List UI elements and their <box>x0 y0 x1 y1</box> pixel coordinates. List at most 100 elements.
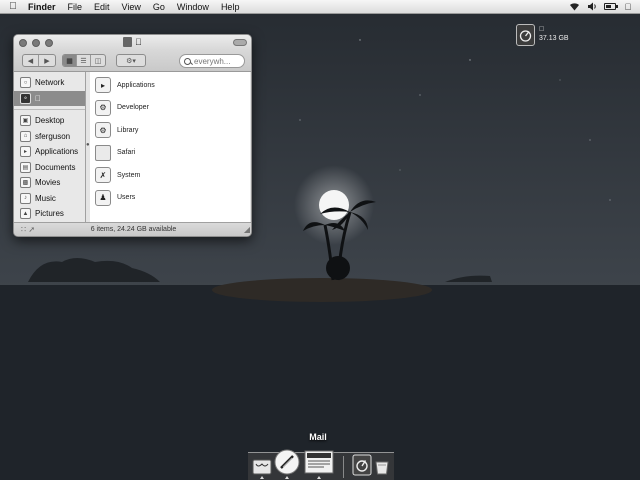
close-button[interactable] <box>19 39 27 47</box>
menu-help[interactable]: Help <box>215 0 246 14</box>
sidebar-item-label: Music <box>35 193 56 203</box>
sidebar-item-label: Network <box>35 78 65 88</box>
file-name: Library <box>117 126 139 134</box>
moon <box>319 190 349 220</box>
apple-icon:  <box>35 94 41 103</box>
hard-disk-icon <box>516 24 535 46</box>
sidebar-item-applications[interactable]: ▸ Applications <box>14 144 85 160</box>
sidebar-item-documents[interactable]: ▤ Documents <box>14 160 85 176</box>
menu-file[interactable]: File <box>62 0 89 14</box>
action-menu-button[interactable]: ⚙▾ <box>116 54 146 67</box>
sidebar-item-music[interactable]: ♪ Music <box>14 191 85 207</box>
window-disk-icon <box>123 37 132 47</box>
forward-button[interactable]: ▶ <box>39 55 55 66</box>
search-input[interactable] <box>194 56 244 66</box>
documents-icon: ▤ <box>20 161 31 173</box>
list-item[interactable]: ✗ System <box>90 164 250 187</box>
running-indicator <box>317 476 321 479</box>
volume-icon[interactable] <box>586 2 598 12</box>
resize-grip-icon[interactable]: ◢ <box>244 223 250 236</box>
sidebar-item-startup-disk[interactable]: ⚬  <box>14 90 85 106</box>
list-item[interactable]: Safari <box>90 142 250 165</box>
applications-icon: ▸ <box>20 146 31 158</box>
file-name: Applications <box>117 81 155 89</box>
menu-extras:  <box>568 2 640 12</box>
file-name: Users <box>117 194 136 202</box>
sidebar-item-label: Desktop <box>35 116 65 126</box>
sidebar-item-label: sferguson <box>35 131 71 141</box>
developer-folder-icon: ⚙ <box>95 99 111 116</box>
sidebar-item-pictures[interactable]: ▲ Pictures <box>14 206 85 222</box>
minimize-button[interactable] <box>32 39 40 47</box>
menu-go[interactable]: Go <box>147 0 171 14</box>
movies-icon: ▩ <box>20 177 31 189</box>
menu-bar:  Finder File Edit View Go Window Help  <box>0 0 640 14</box>
menu-window[interactable]: Window <box>171 0 215 14</box>
sidebar-item-network[interactable]: ○ Network <box>14 75 85 91</box>
toolbar-toggle-button[interactable] <box>233 39 247 46</box>
icon-view-button[interactable]: ▦ <box>63 55 77 66</box>
zoom-button[interactable] <box>45 39 53 47</box>
sidebar-item-home[interactable]: ⌂ sferguson <box>14 129 85 145</box>
sidebar-grip-icon[interactable]: ∷ ➚ <box>21 223 35 236</box>
trash-icon[interactable] <box>374 459 390 475</box>
hard-disk-icon: ⚬ <box>20 92 31 104</box>
list-item[interactable]: ▸ Applications <box>90 74 250 97</box>
view-mode-control: ▦ ☰ ◫ <box>62 54 106 67</box>
file-name: Safari <box>117 149 136 157</box>
file-list: ▸ Applications ⚙ Developer ⚙ Library Saf… <box>90 72 250 224</box>
volume-apple-icon:  <box>539 25 569 34</box>
apple-menu-icon[interactable]:  <box>0 1 26 12</box>
applications-folder-icon: ▸ <box>95 77 111 94</box>
system-folder-icon: ✗ <box>95 167 111 184</box>
window-apple-icon:  <box>135 37 142 47</box>
users-folder-icon: ♟ <box>95 189 111 206</box>
list-view-button[interactable]: ☰ <box>77 55 91 66</box>
dock <box>248 449 394 480</box>
status-text: 6 items, 24.24 GB available <box>90 226 177 233</box>
list-item[interactable]: ♟ Users <box>90 187 250 210</box>
home-icon: ⌂ <box>20 130 31 142</box>
library-folder-icon: ⚙ <box>95 122 111 139</box>
title-bar[interactable]:  <box>14 35 251 50</box>
menu-edit[interactable]: Edit <box>88 0 116 14</box>
dock-divider <box>343 456 344 478</box>
sidebar-item-movies[interactable]: ▩ Movies <box>14 175 85 191</box>
back-button[interactable]: ◀ <box>23 55 39 66</box>
list-item[interactable]: ⚙ Developer <box>90 97 250 120</box>
search-field[interactable] <box>179 54 245 68</box>
desktop-volume[interactable]:  37.13 GB <box>516 24 569 46</box>
search-icon <box>184 57 191 65</box>
menu-view[interactable]: View <box>116 0 147 14</box>
menu-finder[interactable]: Finder <box>26 0 62 14</box>
finder-window:  ◀ ▶ ▦ ☰ ◫ ⚙▾ ○ Network <box>13 34 252 237</box>
running-indicator <box>285 476 289 479</box>
column-view-button[interactable]: ◫ <box>91 55 105 66</box>
sidebar: ○ Network ⚬  ▣ Desktop ⌂ sferguson ▸ Ap… <box>14 72 86 224</box>
finder-icon[interactable] <box>252 458 272 476</box>
apple-icon[interactable]:  <box>622 2 634 12</box>
sidebar-item-desktop[interactable]: ▣ Desktop <box>14 113 85 129</box>
wifi-icon[interactable] <box>568 2 580 12</box>
list-item[interactable]: ⚙ Library <box>90 119 250 142</box>
back-forward-control: ◀ ▶ <box>22 54 56 67</box>
sidebar-item-label: Documents <box>35 162 76 172</box>
hard-disk-icon[interactable] <box>351 454 373 476</box>
dock-hover-label: Mail <box>309 432 327 442</box>
mail-icon[interactable] <box>304 449 334 475</box>
pictures-icon: ▲ <box>20 208 31 220</box>
battery-icon[interactable] <box>604 2 618 12</box>
sidebar-item-label: Pictures <box>35 209 64 219</box>
finder-content: ○ Network ⚬  ▣ Desktop ⌂ sferguson ▸ Ap… <box>14 72 251 224</box>
safari-icon[interactable] <box>274 449 300 475</box>
running-indicator <box>260 476 264 479</box>
desktop-icon: ▣ <box>20 115 31 127</box>
network-icon: ○ <box>20 77 31 89</box>
toolbar: ◀ ▶ ▦ ☰ ◫ ⚙▾ <box>14 50 251 72</box>
folder-icon <box>95 144 111 161</box>
sidebar-item-label: Applications <box>35 147 79 157</box>
file-name: System <box>117 171 141 179</box>
status-bar: ∷ ➚ 6 items, 24.24 GB available ◢ <box>14 222 251 236</box>
sidebar-separator <box>14 109 85 110</box>
sidebar-item-label: Movies <box>35 178 61 188</box>
